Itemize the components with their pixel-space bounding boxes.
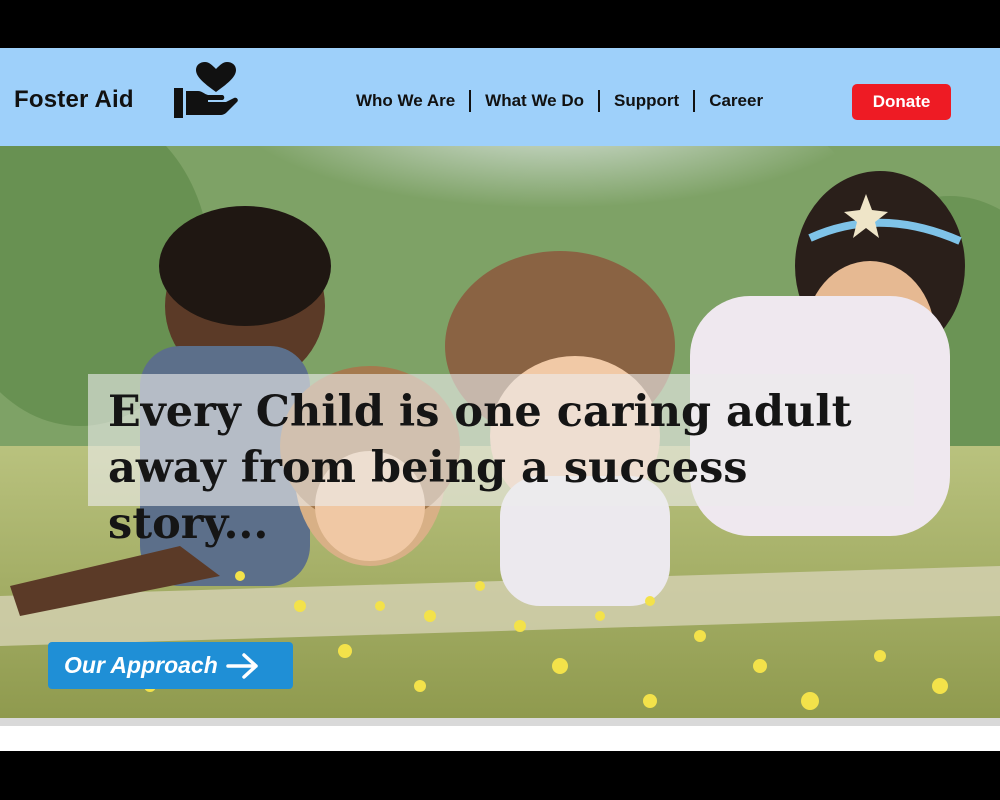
hero-bottom-border — [0, 718, 1000, 726]
hero-headline-line-1: Every Child is one caring adult — [108, 387, 852, 437]
hero-headline-line-2: away from being a success story... — [108, 443, 748, 549]
arrow-right-icon — [226, 652, 258, 679]
donate-button[interactable]: Donate — [852, 84, 951, 120]
page: Foster Aid Who We Are What We Do Support… — [0, 48, 1000, 751]
heart-hand-icon[interactable] — [172, 62, 238, 122]
nav-divider — [469, 90, 472, 112]
hero-section: Every Child is one caring adult away fro… — [0, 146, 1000, 718]
main-nav: Who We Are What We Do Support Career — [356, 90, 763, 112]
our-approach-button[interactable]: Our Approach — [48, 642, 293, 689]
brand-name[interactable]: Foster Aid — [14, 86, 134, 114]
nav-career[interactable]: Career — [709, 91, 763, 111]
nav-what-we-do[interactable]: What We Do — [485, 91, 584, 111]
hero-headline: Every Child is one caring adult away fro… — [108, 384, 908, 552]
site-header: Foster Aid Who We Are What We Do Support… — [0, 48, 1000, 146]
nav-who-we-are[interactable]: Who We Are — [356, 91, 455, 111]
nav-divider — [693, 90, 696, 112]
nav-support[interactable]: Support — [614, 91, 679, 111]
nav-divider — [598, 90, 601, 112]
screen-frame: Foster Aid Who We Are What We Do Support… — [0, 0, 1000, 800]
our-approach-label: Our Approach — [64, 652, 218, 678]
